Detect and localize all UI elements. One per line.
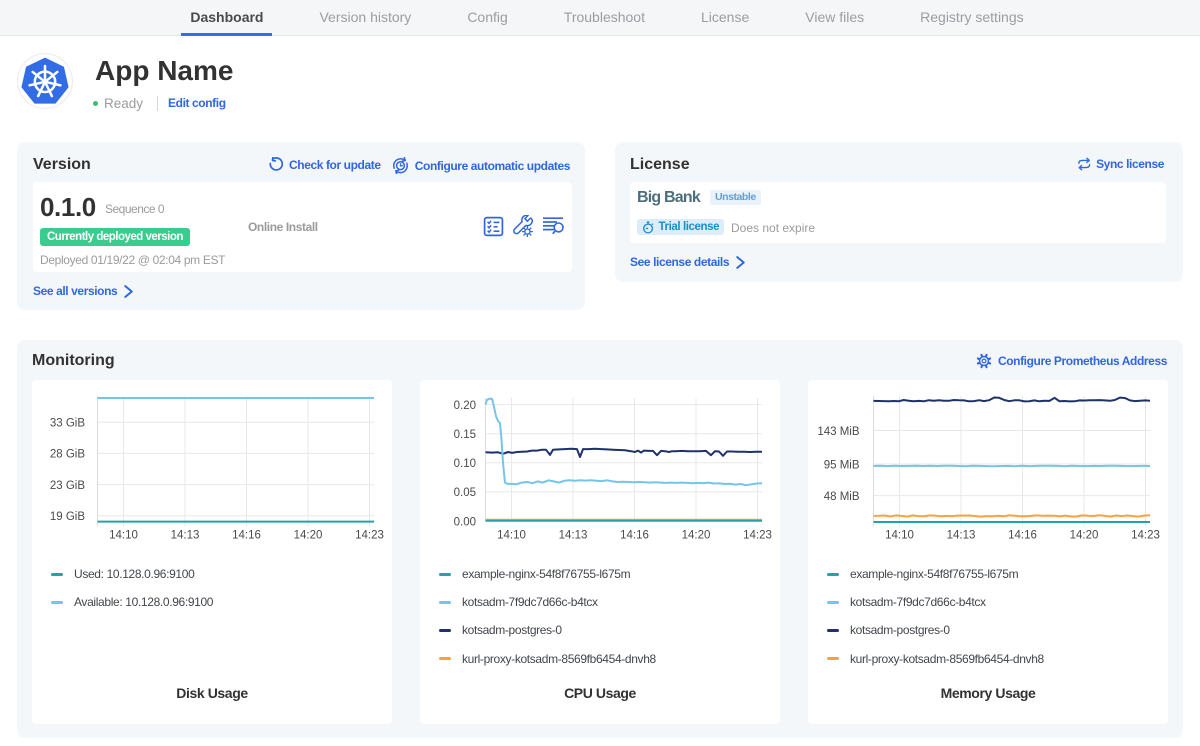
svg-text:14:20: 14:20 bbox=[1070, 530, 1099, 542]
svg-text:14:20: 14:20 bbox=[682, 530, 711, 542]
svg-text:14:13: 14:13 bbox=[559, 530, 588, 542]
svg-text:14:16: 14:16 bbox=[620, 530, 649, 542]
svg-text:14:13: 14:13 bbox=[947, 530, 976, 542]
svg-text:14:10: 14:10 bbox=[497, 530, 526, 542]
svg-text:14:20: 14:20 bbox=[294, 530, 323, 542]
svg-text:14:23: 14:23 bbox=[355, 530, 384, 542]
svg-text:0.10: 0.10 bbox=[454, 458, 476, 470]
svg-text:14:23: 14:23 bbox=[1131, 530, 1160, 542]
svg-text:23 GiB: 23 GiB bbox=[50, 480, 85, 492]
svg-text:19 GiB: 19 GiB bbox=[50, 511, 85, 523]
svg-text:0.15: 0.15 bbox=[454, 429, 476, 441]
svg-text:14:16: 14:16 bbox=[232, 530, 261, 542]
svg-text:0.00: 0.00 bbox=[454, 516, 476, 528]
svg-text:48 MiB: 48 MiB bbox=[824, 491, 860, 503]
svg-text:143 MiB: 143 MiB bbox=[817, 426, 860, 438]
svg-text:14:23: 14:23 bbox=[743, 530, 772, 542]
svg-text:33 GiB: 33 GiB bbox=[50, 418, 85, 430]
svg-text:14:10: 14:10 bbox=[109, 530, 138, 542]
svg-text:95 MiB: 95 MiB bbox=[824, 459, 860, 471]
svg-text:14:16: 14:16 bbox=[1008, 530, 1037, 542]
svg-text:14:10: 14:10 bbox=[885, 530, 914, 542]
svg-text:0.05: 0.05 bbox=[454, 487, 476, 499]
svg-text:28 GiB: 28 GiB bbox=[50, 449, 85, 461]
svg-text:14:13: 14:13 bbox=[171, 530, 200, 542]
svg-text:0.20: 0.20 bbox=[454, 400, 476, 412]
